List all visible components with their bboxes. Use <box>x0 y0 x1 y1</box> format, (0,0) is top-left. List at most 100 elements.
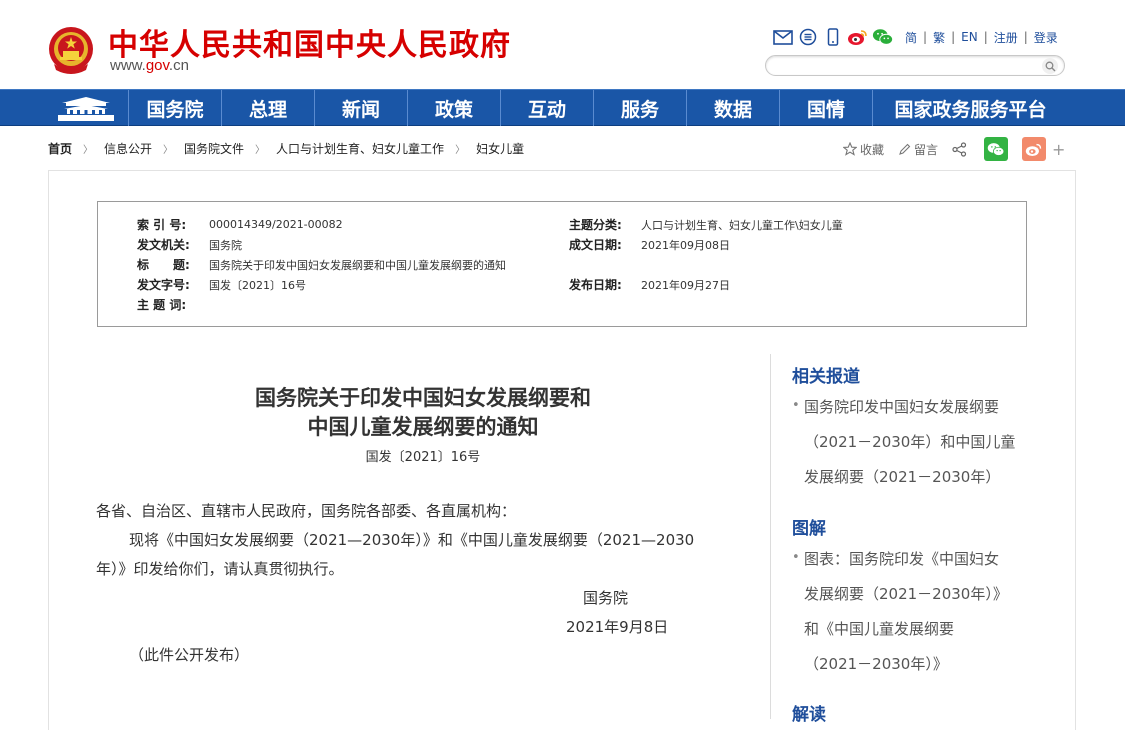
comment-button[interactable]: 留言 <box>898 141 938 158</box>
breadcrumb-separator-icon: 〉 <box>83 145 94 156</box>
breadcrumb: 首页 〉 信息公开 〉 国务院文件 〉 人口与计划生育、妇女儿童工作 〉 妇女儿… <box>48 140 524 157</box>
top-tools: 简 | 繁 | EN | 注册 | 登录 <box>772 26 1060 48</box>
divider: | <box>1023 30 1028 44</box>
divider: | <box>923 30 928 44</box>
info-issuer-value: 国务院 <box>209 238 242 252</box>
nav-item-services[interactable]: 服务 <box>593 90 686 126</box>
site-url-prefix: www. <box>110 57 146 74</box>
article-doc-number: 国发〔2021〕16号 <box>365 450 481 465</box>
info-keywords: 主 题 词: <box>137 296 209 313</box>
nav-item-national-info[interactable]: 国情 <box>779 90 872 126</box>
main-nav: 国务院 总理 新闻 政策 互动 服务 数据 国情 国家政务服务平台 <box>0 89 1125 126</box>
nav-home[interactable] <box>44 90 128 126</box>
site-url-brand: gov <box>145 57 169 74</box>
article-greeting: 各省、自治区、直辖市人民政府，国务院各部委、各直属机构： <box>96 502 517 520</box>
mail-icon[interactable] <box>772 27 794 47</box>
info-published-label: 发布日期: <box>569 278 622 292</box>
breadcrumb-women-children[interactable]: 妇女儿童 <box>476 140 524 157</box>
search-icon <box>1045 61 1055 71</box>
article-note: （此件公开发布） <box>129 646 250 664</box>
sidebar-link-line: 和《中国儿童发展纲要 <box>804 620 955 638</box>
breadcrumb-separator-icon: 〉 <box>455 145 466 156</box>
nav-item-data[interactable]: 数据 <box>686 90 779 126</box>
nav-item-premier[interactable]: 总理 <box>221 90 314 126</box>
more-share-icon[interactable]: + <box>1052 140 1065 159</box>
favorite-label: 收藏 <box>860 142 885 157</box>
pencil-icon <box>899 143 911 155</box>
article-title: 国务院关于印发中国妇女发展纲要和 中国儿童发展纲要的通知 <box>98 383 748 441</box>
sidebar-link-line: 发展纲要（2021－2030年） <box>804 468 1001 486</box>
info-index-value: 000014349/2021-00082 <box>209 218 343 231</box>
sidebar-related-heading: 相关报道 <box>792 367 860 387</box>
sidebar-link-line: 发展纲要（2021－2030年）》 <box>804 585 1008 603</box>
site-url: www.gov.cn <box>110 57 189 74</box>
language-links: 简 | 繁 | EN | 注册 | 登录 <box>903 29 1060 46</box>
article-date: 2021年9月8日 <box>566 618 669 636</box>
info-docno: 发文字号: 国发〔2021〕16号 <box>137 276 306 293</box>
search-box <box>765 55 1065 77</box>
favorite-button[interactable]: 收藏 <box>843 141 884 158</box>
info-issuer-label: 发文机关: <box>137 238 190 252</box>
share-bar: 收藏 留言 + <box>843 137 1065 161</box>
nav-item-policy[interactable]: 政策 <box>407 90 500 126</box>
lang-simplified-link[interactable]: 简 <box>903 29 919 46</box>
info-published: 发布日期: 2021年09月27日 <box>569 276 730 293</box>
info-index: 索 引 号: 000014349/2021-00082 <box>137 216 343 233</box>
share-wechat-button[interactable] <box>984 137 1009 161</box>
wechat-icon[interactable] <box>872 27 894 47</box>
login-link[interactable]: 登录 <box>1032 29 1060 46</box>
nav-item-news[interactable]: 新闻 <box>314 90 407 126</box>
mobile-icon[interactable] <box>822 27 844 47</box>
info-created: 成文日期: 2021年09月08日 <box>569 236 730 253</box>
article-signature: 国务院 <box>583 589 629 607</box>
weibo-icon <box>1025 143 1042 156</box>
sidebar-graphic-heading: 图解 <box>792 519 826 539</box>
rss-icon[interactable] <box>797 27 819 47</box>
site-header: 中华人民共和国中央人民政府 www.gov.cn 简 | 繁 | EN | 注册… <box>0 0 1125 89</box>
info-published-value: 2021年09月27日 <box>641 278 730 292</box>
divider: | <box>951 30 956 44</box>
info-created-label: 成文日期: <box>569 238 622 252</box>
breadcrumb-state-council-docs[interactable]: 国务院文件 <box>184 140 244 157</box>
breadcrumb-info-public[interactable]: 信息公开 <box>104 140 152 157</box>
article-title-line: 中国儿童发展纲要的通知 <box>307 414 539 439</box>
breadcrumb-population-family[interactable]: 人口与计划生育、妇女儿童工作 <box>276 140 444 157</box>
tiananmen-icon <box>58 97 114 121</box>
nav-item-state-council[interactable]: 国务院 <box>128 90 221 126</box>
info-title-value: 国务院关于印发中国妇女发展纲要和中国儿童发展纲要的通知 <box>209 258 506 272</box>
sidebar-link-line: （2021－2030年）》 <box>804 655 948 673</box>
info-category-value: 人口与计划生育、妇女儿童工作\妇女儿童 <box>641 218 843 232</box>
sidebar-divider <box>770 354 771 719</box>
breadcrumb-separator-icon: 〉 <box>255 145 266 156</box>
search-button[interactable] <box>1042 58 1058 74</box>
article-title-line: 国务院关于印发中国妇女发展纲要和 <box>255 385 591 410</box>
info-category-label: 主题分类: <box>569 218 622 232</box>
info-docno-value: 国发〔2021〕16号 <box>209 278 306 292</box>
info-docno-label: 发文字号: <box>137 278 190 292</box>
sidebar-link-line: 国务院印发中国妇女发展纲要 <box>804 398 1000 416</box>
search-input[interactable] <box>776 57 1046 77</box>
info-title-label: 标 题: <box>137 258 190 272</box>
breadcrumb-home[interactable]: 首页 <box>48 140 72 157</box>
national-emblem-icon[interactable] <box>46 24 96 76</box>
share-weibo-button[interactable] <box>1022 137 1047 161</box>
nav-item-interaction[interactable]: 互动 <box>500 90 593 126</box>
nav-item-gov-service-platform[interactable]: 国家政务服务平台 <box>872 90 1068 126</box>
sidebar-related-link[interactable]: 国务院印发中国妇女发展纲要 （2021－2030年）和中国儿童 发展纲要（202… <box>792 388 1022 495</box>
star-icon <box>843 142 857 156</box>
share-button[interactable] <box>952 141 970 157</box>
info-issuer: 发文机关: 国务院 <box>137 236 242 253</box>
sidebar-interpret-heading: 解读 <box>792 705 826 725</box>
info-keywords-label: 主 题 词: <box>137 298 187 312</box>
register-link[interactable]: 注册 <box>992 29 1020 46</box>
divider: | <box>983 30 988 44</box>
info-title: 标 题: 国务院关于印发中国妇女发展纲要和中国儿童发展纲要的通知 <box>137 256 506 273</box>
sidebar-graphic-link[interactable]: 图表：国务院印发《中国妇女 发展纲要（2021－2030年）》 和《中国儿童发展… <box>792 540 1022 682</box>
info-index-label: 索 引 号: <box>137 218 187 232</box>
lang-english-link[interactable]: EN <box>959 30 980 44</box>
weibo-icon[interactable] <box>847 27 869 47</box>
document-info-box: 索 引 号: 000014349/2021-00082 主题分类: 人口与计划生… <box>97 201 1027 327</box>
sidebar-link-line: 图表：国务院印发《中国妇女 <box>804 550 1000 568</box>
lang-traditional-link[interactable]: 繁 <box>931 29 947 46</box>
info-created-value: 2021年09月08日 <box>641 238 730 252</box>
